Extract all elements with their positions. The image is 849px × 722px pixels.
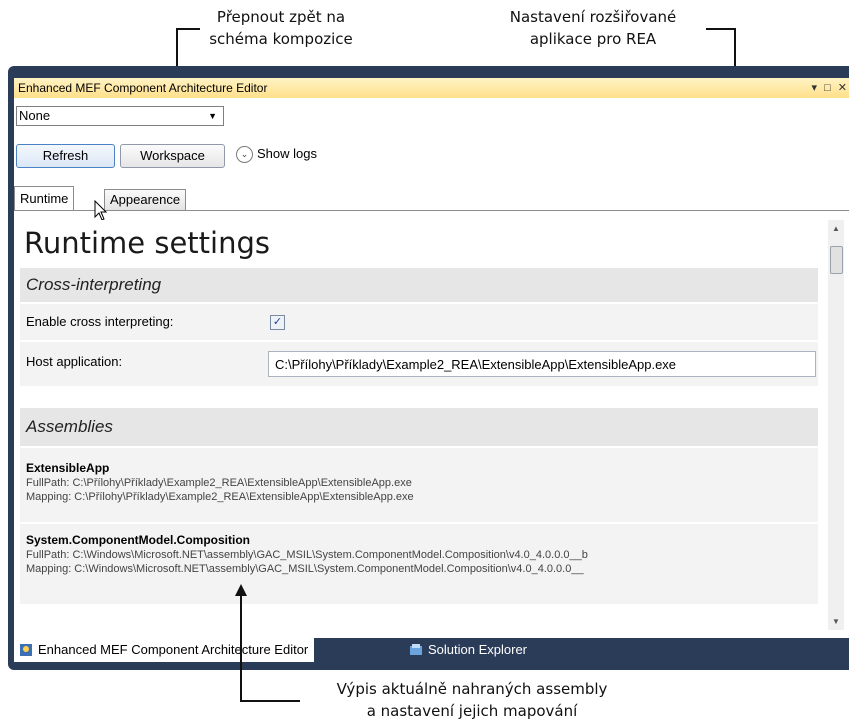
assembly-name: ExtensibleApp (26, 461, 110, 475)
workspace-button[interactable]: Workspace (120, 144, 225, 168)
tab-mef-editor[interactable]: Enhanced MEF Component Architecture Edit… (14, 638, 315, 662)
callout-connector (240, 592, 242, 702)
assembly-mapping: Mapping: C:\Windows\Microsoft.NET\assemb… (26, 563, 584, 575)
window-title: Enhanced MEF Component Architecture Edit… (18, 81, 268, 95)
tab-label: Enhanced MEF Component Architecture Edit… (38, 642, 309, 657)
assembly-item: System.ComponentModel.Composition FullPa… (20, 524, 818, 604)
chevron-down-icon: ▼ (208, 111, 217, 121)
host-application-input[interactable]: C:\Přílohy\Příklady\Example2_REA\Extensi… (268, 351, 816, 377)
window-controls: ▾ □ ✕ (807, 78, 847, 98)
tab-solution-explorer[interactable]: Solution Explorer (404, 638, 533, 662)
row-enable-cross: Enable cross interpreting: ✓ (20, 304, 818, 340)
assembly-name: System.ComponentModel.Composition (26, 533, 251, 547)
callout-line: Nastavení rozšiřované (509, 8, 677, 26)
scroll-up-icon[interactable]: ▲ (832, 224, 840, 233)
expand-chevron-icon: ⌄ (236, 146, 253, 164)
runtime-panel: Runtime settings Cross-interpreting Enab… (20, 220, 825, 630)
solution-explorer-icon (410, 644, 422, 655)
close-icon[interactable]: ✕ (838, 82, 847, 94)
refresh-button[interactable]: Refresh (16, 144, 115, 168)
component-icon (20, 644, 32, 656)
arrow-up-icon (235, 584, 247, 596)
bottom-tab-bar: Enhanced MEF Component Architecture Edit… (14, 638, 849, 662)
section-label: Assemblies (26, 417, 113, 436)
show-logs-toggle[interactable]: ⌄ Show logs (236, 144, 317, 164)
callout-line: a nastavení jejich mapování (366, 702, 578, 720)
callout-switch-back: Přepnout zpět na schéma kompozice (186, 6, 376, 50)
callout-line: aplikace pro REA (529, 30, 657, 48)
show-logs-label: Show logs (257, 146, 317, 161)
editor-content: None ▼ Refresh Workspace ⌄ Show logs Runt… (14, 98, 849, 638)
section-cross-interpreting: Cross-interpreting (20, 268, 818, 302)
maximize-icon[interactable]: □ (824, 82, 831, 94)
row-host-app: Host application: C:\Přílohy\Příklady\Ex… (20, 342, 818, 386)
callout-loaded-assemblies: Výpis aktuálně nahraných assembly a nast… (302, 678, 642, 722)
callout-line: Výpis aktuálně nahraných assembly (336, 680, 608, 698)
assembly-fullpath: FullPath: C:\Přílohy\Příklady\Example2_R… (26, 477, 412, 489)
scroll-down-icon[interactable]: ▼ (832, 617, 840, 626)
vertical-scrollbar[interactable]: ▲ ▼ (828, 220, 844, 630)
callout-connector (176, 28, 200, 30)
enable-cross-checkbox[interactable]: ✓ (270, 315, 285, 330)
assembly-item: ExtensibleApp FullPath: C:\Přílohy\Příkl… (20, 448, 818, 522)
tab-label: Solution Explorer (428, 642, 527, 657)
callout-line: Přepnout zpět na (216, 8, 346, 26)
dropdown-value: None (19, 108, 51, 123)
callout-extensible-settings: Nastavení rozšiřované aplikace pro REA (488, 6, 698, 50)
window-titlebar: Enhanced MEF Component Architecture Edit… (14, 78, 849, 98)
dropdown-arrow-icon[interactable]: ▾ (811, 82, 817, 94)
callout-connector (240, 700, 300, 702)
section-label: Cross-interpreting (26, 275, 162, 294)
tab-runtime[interactable]: Runtime (14, 186, 75, 210)
callout-line: schéma kompozice (209, 30, 353, 48)
scope-dropdown[interactable]: None ▼ (16, 106, 224, 126)
assembly-mapping: Mapping: C:\Přílohy\Příklady\Example2_RE… (26, 491, 414, 503)
scroll-thumb[interactable] (830, 246, 843, 274)
assembly-fullpath: FullPath: C:\Windows\Microsoft.NET\assem… (26, 549, 588, 561)
enable-label: Enable cross interpreting: (26, 314, 174, 329)
host-label: Host application: (26, 354, 123, 369)
callout-connector (706, 28, 736, 30)
tab-appearence[interactable]: Appearence (104, 189, 187, 210)
tab-strip: Runtime Appearence (14, 184, 849, 211)
section-assemblies: Assemblies (20, 408, 818, 446)
mouse-cursor-icon (94, 200, 108, 221)
page-title: Runtime settings (24, 226, 270, 260)
